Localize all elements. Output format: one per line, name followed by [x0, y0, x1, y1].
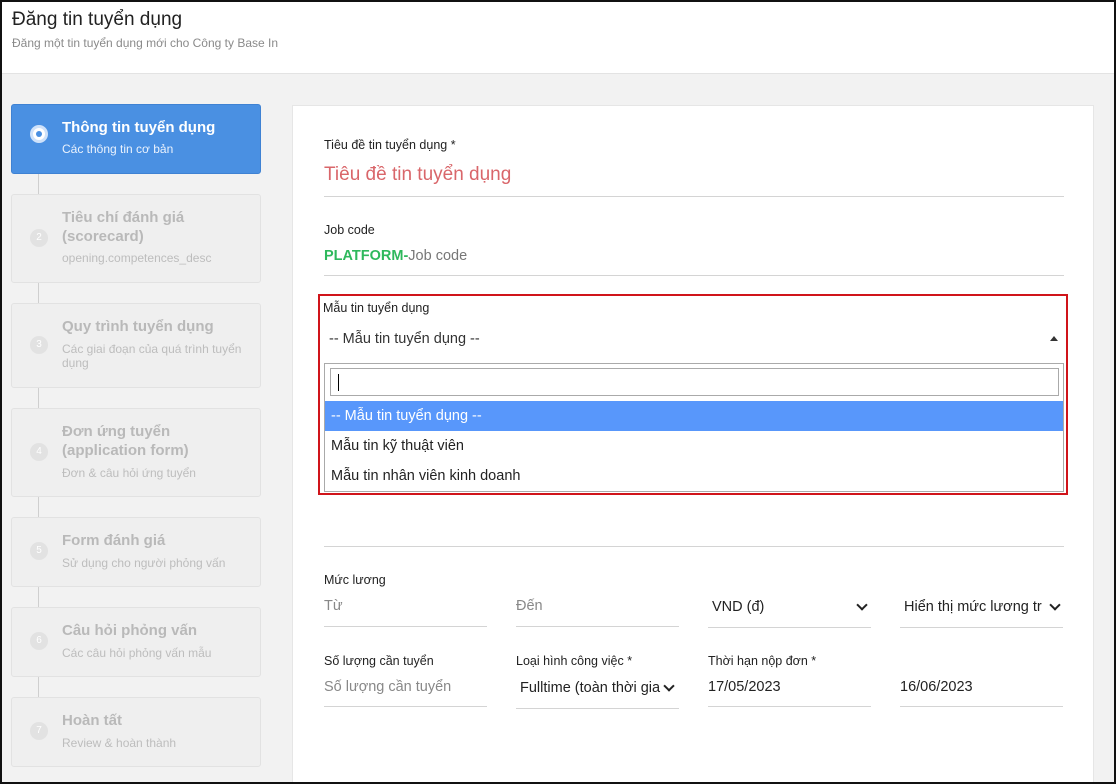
step-connector — [38, 388, 39, 410]
quantity-underline — [324, 706, 487, 707]
step-interview-questions[interactable]: 6 Câu hỏi phỏng vấn Các câu hỏi phỏng vấ… — [11, 607, 261, 677]
salary-from-input[interactable]: Từ — [324, 598, 343, 614]
salary-to-input[interactable]: Đến — [516, 598, 543, 614]
page-subtitle: Đăng một tin tuyển dụng mới cho Công ty … — [12, 36, 279, 50]
salary-display-select[interactable]: Hiển thị mức lương tr — [904, 599, 1056, 615]
step-desc: Các giai đoạn của quá trình tuyển dụng — [62, 342, 242, 370]
template-underline — [324, 546, 1064, 547]
step-connector — [38, 174, 39, 196]
step-label: Form đánh giá — [62, 532, 166, 549]
salary-to-underline — [516, 626, 679, 627]
jobtype-underline — [516, 708, 679, 709]
jobcode-prefix: PLATFORM- — [324, 248, 409, 264]
step-complete[interactable]: 7 Hoàn tất Review & hoàn thành — [11, 697, 261, 767]
step-label: Đơn ứng tuyển (application form) — [62, 423, 189, 459]
step-connector — [38, 677, 39, 699]
currency-select[interactable]: VND (đ) — [712, 599, 764, 615]
step-desc: Các câu hỏi phỏng vấn mẫu — [62, 646, 212, 660]
step-label: Câu hỏi phỏng vấn — [62, 622, 197, 639]
deadline-label: Thời hạn nộp đơn * — [708, 654, 817, 668]
step-label: Tiêu chí đánh giá (scorecard) — [62, 209, 185, 245]
jobcode-field[interactable]: PLATFORM-Job code — [324, 248, 467, 264]
quantity-label: Số lượng cần tuyển — [324, 654, 434, 668]
page-header: Đăng tin tuyển dụng Đăng một tin tuyển d… — [2, 2, 1114, 74]
step-number-badge: 7 — [30, 722, 48, 740]
caret-up-icon — [1050, 336, 1058, 341]
text-cursor — [338, 374, 339, 391]
step-label: Quy trình tuyển dụng — [62, 318, 214, 335]
salary-from-underline — [324, 626, 487, 627]
step-desc: Các thông tin cơ bản — [62, 142, 174, 156]
step-desc: opening.competences_desc — [62, 251, 212, 265]
step-number-badge: 6 — [30, 632, 48, 650]
jobcode-label: Job code — [324, 223, 375, 237]
step-connector — [38, 587, 39, 609]
template-select[interactable]: -- Mẫu tin tuyển dụng -- — [324, 324, 1064, 358]
template-search-input[interactable] — [330, 368, 1059, 396]
step-desc: Sử dụng cho người phỏng vấn — [62, 556, 226, 570]
page-title: Đăng tin tuyển dụng — [12, 9, 183, 30]
step-label: Thông tin tuyển dụng — [62, 119, 216, 136]
template-dropdown: -- Mẫu tin tuyển dụng -- Mẫu tin kỹ thuậ… — [324, 363, 1064, 492]
template-option[interactable]: Mẫu tin kỹ thuật viên — [325, 431, 1063, 461]
step-number-badge: 4 — [30, 443, 48, 461]
jobcode-underline — [324, 275, 1064, 276]
currency-underline — [708, 627, 871, 628]
template-label: Mẫu tin tuyển dụng — [323, 301, 430, 315]
step-basic-info[interactable]: Thông tin tuyển dụng Các thông tin cơ bả… — [11, 104, 261, 174]
step-evaluation-form[interactable]: 5 Form đánh giá Sử dụng cho người phỏng … — [11, 517, 261, 587]
step-desc: Đơn & câu hỏi ứng tuyển — [62, 466, 196, 480]
step-desc: Review & hoàn thành — [62, 736, 177, 750]
step-application-form[interactable]: 4 Đơn ứng tuyển (application form) Đơn &… — [11, 408, 261, 497]
deadline-end-input[interactable]: 16/06/2023 — [900, 679, 973, 695]
title-input[interactable]: Tiêu đề tin tuyển dụng — [324, 164, 511, 186]
step-scorecard[interactable]: 2 Tiêu chí đánh giá (scorecard) opening.… — [11, 194, 261, 283]
step-number-badge: 5 — [30, 542, 48, 560]
template-option[interactable]: Mẫu tin nhân viên kinh doanh — [325, 461, 1063, 491]
title-underline — [324, 196, 1064, 197]
app-frame: Đăng tin tuyển dụng Đăng một tin tuyển d… — [0, 0, 1116, 784]
salary-label: Mức lương — [324, 573, 386, 587]
chevron-down-icon — [856, 599, 868, 611]
step-number-badge: 3 — [30, 336, 48, 354]
template-option[interactable]: -- Mẫu tin tuyển dụng -- — [325, 401, 1063, 431]
title-label: Tiêu đề tin tuyển dụng * — [324, 138, 456, 152]
step-connector — [38, 497, 39, 519]
jobtype-select[interactable]: Fulltime (toàn thời gia — [520, 680, 668, 696]
quantity-input[interactable]: Số lượng cần tuyển — [324, 679, 451, 695]
template-selected-value: -- Mẫu tin tuyển dụng -- — [329, 331, 480, 347]
step-number-badge: 2 — [30, 229, 48, 247]
deadline-end-underline — [900, 706, 1063, 707]
jobcode-input[interactable]: Job code — [408, 248, 467, 264]
deadline-start-underline — [708, 706, 871, 707]
deadline-start-input[interactable]: 17/05/2023 — [708, 679, 781, 695]
step-connector — [38, 283, 39, 305]
step-recruitment-process[interactable]: 3 Quy trình tuyển dụng Các giai đoạn của… — [11, 303, 261, 388]
step-label: Hoàn tất — [62, 712, 122, 729]
step-active-dot-icon — [30, 125, 48, 143]
jobtype-label: Loại hình công việc * — [516, 654, 633, 668]
salary-display-underline — [900, 627, 1063, 628]
